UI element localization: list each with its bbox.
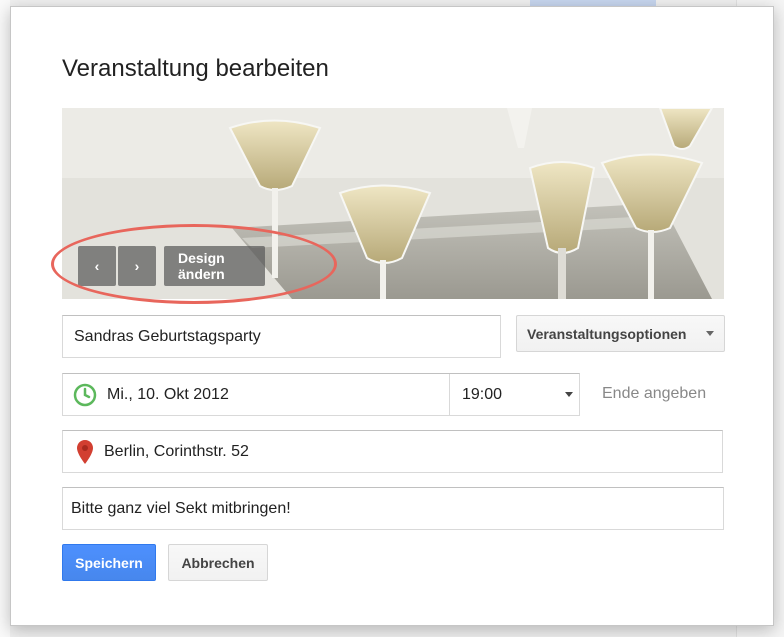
event-options-label: Veranstaltungsoptionen xyxy=(527,325,687,342)
time-select[interactable]: 19:00 xyxy=(450,374,579,415)
description-input[interactable]: Bitte ganz viel Sekt mitbringen! xyxy=(62,487,724,530)
event-options-dropdown[interactable]: Veranstaltungsoptionen xyxy=(516,315,725,352)
chevron-down-icon xyxy=(565,392,573,397)
set-end-time-link[interactable]: Ende angeben xyxy=(602,385,706,403)
change-design-button[interactable]: Design ändern xyxy=(164,246,265,286)
next-design-button[interactable]: › xyxy=(118,246,156,286)
chevron-left-icon: ‹ xyxy=(94,258,100,274)
map-pin-icon xyxy=(77,439,93,464)
dialog-title: Veranstaltung bearbeiten xyxy=(62,55,329,82)
chevron-down-icon xyxy=(706,331,714,336)
clock-icon xyxy=(73,383,97,406)
change-design-label: Design ändern xyxy=(178,250,225,282)
location-value: Berlin, Corinthstr. 52 xyxy=(104,442,249,460)
date-input[interactable]: Mi., 10. Okt 2012 xyxy=(63,374,450,415)
previous-design-button[interactable]: ‹ xyxy=(78,246,116,286)
save-button[interactable]: Speichern xyxy=(62,544,156,581)
time-value: 19:00 xyxy=(462,385,503,403)
event-name-input[interactable]: Sandras Geburtstagsparty xyxy=(62,315,501,358)
description-value: Bitte ganz viel Sekt mitbringen! xyxy=(71,499,291,517)
location-input[interactable]: Berlin, Corinthstr. 52 xyxy=(62,430,723,473)
edit-event-dialog: Veranstaltung bearbeiten ‹ › Design ände… xyxy=(10,6,774,626)
event-name-value: Sandras Geburtstagsparty xyxy=(74,327,261,345)
date-time-field: Mi., 10. Okt 2012 19:00 xyxy=(62,373,580,416)
event-banner-image: ‹ › Design ändern xyxy=(62,108,724,299)
save-label: Speichern xyxy=(75,554,143,571)
banner-controls: ‹ › Design ändern xyxy=(78,246,265,286)
cancel-label: Abbrechen xyxy=(181,554,255,571)
chevron-right-icon: › xyxy=(134,258,140,274)
date-value: Mi., 10. Okt 2012 xyxy=(107,385,229,403)
background-left-edge xyxy=(0,0,10,637)
cancel-button[interactable]: Abbrechen xyxy=(168,544,268,581)
